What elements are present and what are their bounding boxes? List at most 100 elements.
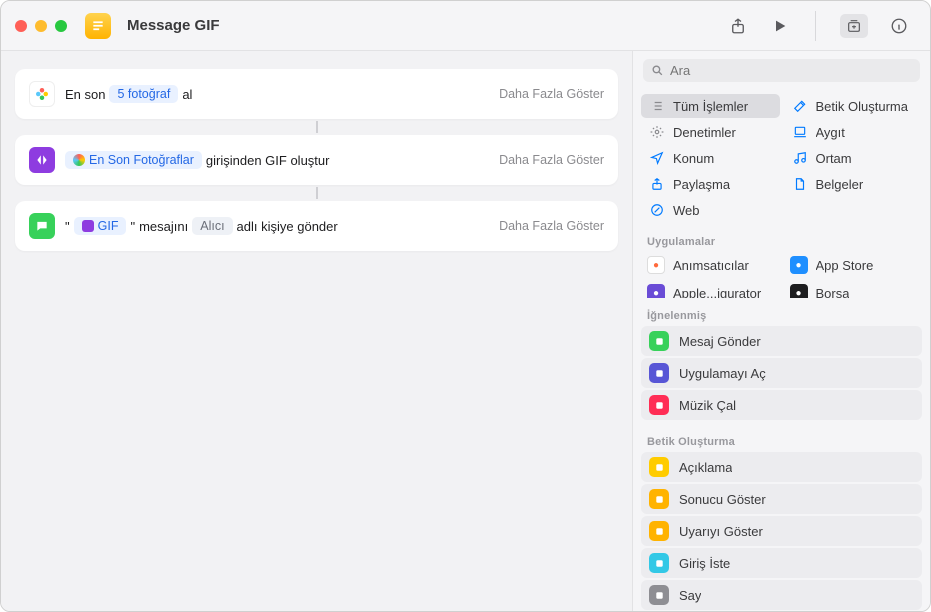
pinned-play[interactable]: Müzik Çal <box>641 390 922 420</box>
app-label: App Store <box>816 258 874 273</box>
list-icon <box>649 98 665 114</box>
share-button[interactable] <box>727 15 749 37</box>
gif-variable-token[interactable]: GIF <box>74 217 127 235</box>
category-label: Belgeler <box>816 177 864 192</box>
toolbar-divider <box>815 11 816 41</box>
list-item-label: Sonucu Göster <box>679 492 766 507</box>
alert-icon <box>649 521 669 541</box>
action-text: En Son Fotoğraflar girişinden GIF oluştu… <box>65 151 329 169</box>
app-cfg[interactable]: ● Apple...igurator <box>641 280 780 298</box>
list-item-label: Uygulamayı Aç <box>679 366 766 381</box>
app-appstore[interactable]: ● App Store <box>784 252 923 278</box>
show-more-button[interactable]: Daha Fazla Göster <box>499 87 604 101</box>
list-item-label: Say <box>679 588 701 603</box>
scripting-list: Açıklama Sonucu Göster Uyarıyı Göster Giriş… <box>641 452 922 611</box>
recipient-token[interactable]: Alıcı <box>192 217 232 235</box>
category-label: Denetimler <box>673 125 736 140</box>
action-make-gif[interactable]: En Son Fotoğraflar girişinden GIF oluştu… <box>15 135 618 185</box>
category-device[interactable]: Aygıt <box>784 120 923 144</box>
category-location[interactable]: Konum <box>641 146 780 170</box>
comment-icon <box>649 457 669 477</box>
cfg-icon: ● <box>647 284 665 298</box>
category-label: Web <box>673 203 700 218</box>
category-wand[interactable]: Betik Oluşturma <box>784 94 923 118</box>
shortcut-icon <box>85 13 111 39</box>
category-safari[interactable]: Web <box>641 198 780 222</box>
open-icon <box>649 363 669 383</box>
safari-icon <box>649 202 665 218</box>
section-header-scripting: Betik Oluşturma <box>641 430 922 452</box>
music-icon <box>792 150 808 166</box>
search-icon <box>651 64 664 77</box>
photos-variable-icon <box>73 154 85 166</box>
action-send-message[interactable]: " GIF " mesajını Alıcı adlı kişiye gönde… <box>15 201 618 251</box>
app-stocks[interactable]: ●Borsa <box>784 280 923 298</box>
share-icon <box>649 176 665 192</box>
minimize-button[interactable] <box>35 20 47 32</box>
show-more-button[interactable]: Daha Fazla Göster <box>499 219 604 233</box>
action-get-photos[interactable]: En son 5 fotoğraf al Daha Fazla Göster <box>15 69 618 119</box>
wand-icon <box>792 98 808 114</box>
script-comment[interactable]: Açıklama <box>641 452 922 482</box>
library-scroll[interactable]: Uygulamalar ● Anımsatıcılar ● App Store ● App… <box>633 230 930 611</box>
message-icon <box>649 331 669 351</box>
category-label: Tüm İşlemler <box>673 99 748 114</box>
category-list[interactable]: Tüm İşlemler <box>641 94 780 118</box>
library-toggle-button[interactable] <box>840 14 868 38</box>
titlebar: Message GIF <box>1 1 930 51</box>
category-grid: Tüm İşlemler Betik Oluşturma Denetimler Ayg… <box>633 90 930 230</box>
category-share[interactable]: Paylaşma <box>641 172 780 196</box>
list-item-label: Mesaj Gönder <box>679 334 761 349</box>
zoom-button[interactable] <box>55 20 67 32</box>
workflow-editor[interactable]: En son 5 fotoğraf al Daha Fazla Göster E… <box>1 51 633 611</box>
script-input[interactable]: Giriş İste <box>641 548 922 578</box>
device-icon <box>792 124 808 140</box>
appstore-icon: ● <box>790 256 808 274</box>
content-area: En son 5 fotoğraf al Daha Fazla Göster E… <box>1 51 930 611</box>
apps-grid: ● Anımsatıcılar ● App Store ● Apple...igurato… <box>641 252 922 298</box>
category-label: Paylaşma <box>673 177 730 192</box>
show-more-button[interactable]: Daha Fazla Göster <box>499 153 604 167</box>
info-button[interactable] <box>888 15 910 37</box>
app-label: Anımsatıcılar <box>673 258 749 273</box>
search-field[interactable] <box>643 59 920 82</box>
app-reminders[interactable]: ● Anımsatıcılar <box>641 252 780 278</box>
result-icon <box>649 489 669 509</box>
action-text: " GIF " mesajını Alıcı adlı kişiye gönde… <box>65 217 338 235</box>
category-music[interactable]: Ortam <box>784 146 923 170</box>
category-gear[interactable]: Denetimler <box>641 120 780 144</box>
pinned-list: Mesaj Gönder Uygulamayı Aç Müzik Çal <box>641 326 922 420</box>
input-variable-token[interactable]: En Son Fotoğraflar <box>65 151 202 169</box>
photo-count-token[interactable]: 5 fotoğraf <box>109 85 178 103</box>
gif-action-icon <box>29 147 55 173</box>
reminders-icon: ● <box>647 256 665 274</box>
script-result[interactable]: Sonucu Göster <box>641 484 922 514</box>
category-label: Betik Oluşturma <box>816 99 908 114</box>
script-count[interactable]: Say <box>641 580 922 610</box>
category-label: Konum <box>673 151 714 166</box>
script-alert[interactable]: Uyarıyı Göster <box>641 516 922 546</box>
count-icon <box>649 585 669 605</box>
input-icon <box>649 553 669 573</box>
section-header-pinned: İğnelenmiş <box>641 304 922 326</box>
list-item-label: Açıklama <box>679 460 732 475</box>
doc-icon <box>792 176 808 192</box>
section-header-apps: Uygulamalar <box>641 230 922 252</box>
run-button[interactable] <box>769 15 791 37</box>
search-input[interactable] <box>670 63 912 78</box>
window-controls <box>15 20 67 32</box>
window-title: Message GIF <box>127 17 717 34</box>
close-button[interactable] <box>15 20 27 32</box>
messages-app-icon <box>29 213 55 239</box>
list-item-label: Uyarıyı Göster <box>679 524 763 539</box>
category-label: Ortam <box>816 151 852 166</box>
list-item-label: Giriş İste <box>679 556 730 571</box>
pinned-message[interactable]: Mesaj Gönder <box>641 326 922 356</box>
app-label: Apple...igurator <box>673 286 761 299</box>
category-doc[interactable]: Belgeler <box>784 172 923 196</box>
pinned-open[interactable]: Uygulamayı Aç <box>641 358 922 388</box>
stocks-icon: ● <box>790 284 808 298</box>
action-text: En son 5 fotoğraf al <box>65 85 192 103</box>
action-library: Tüm İşlemler Betik Oluşturma Denetimler Ayg… <box>633 51 930 611</box>
list-item-label: Müzik Çal <box>679 398 736 413</box>
